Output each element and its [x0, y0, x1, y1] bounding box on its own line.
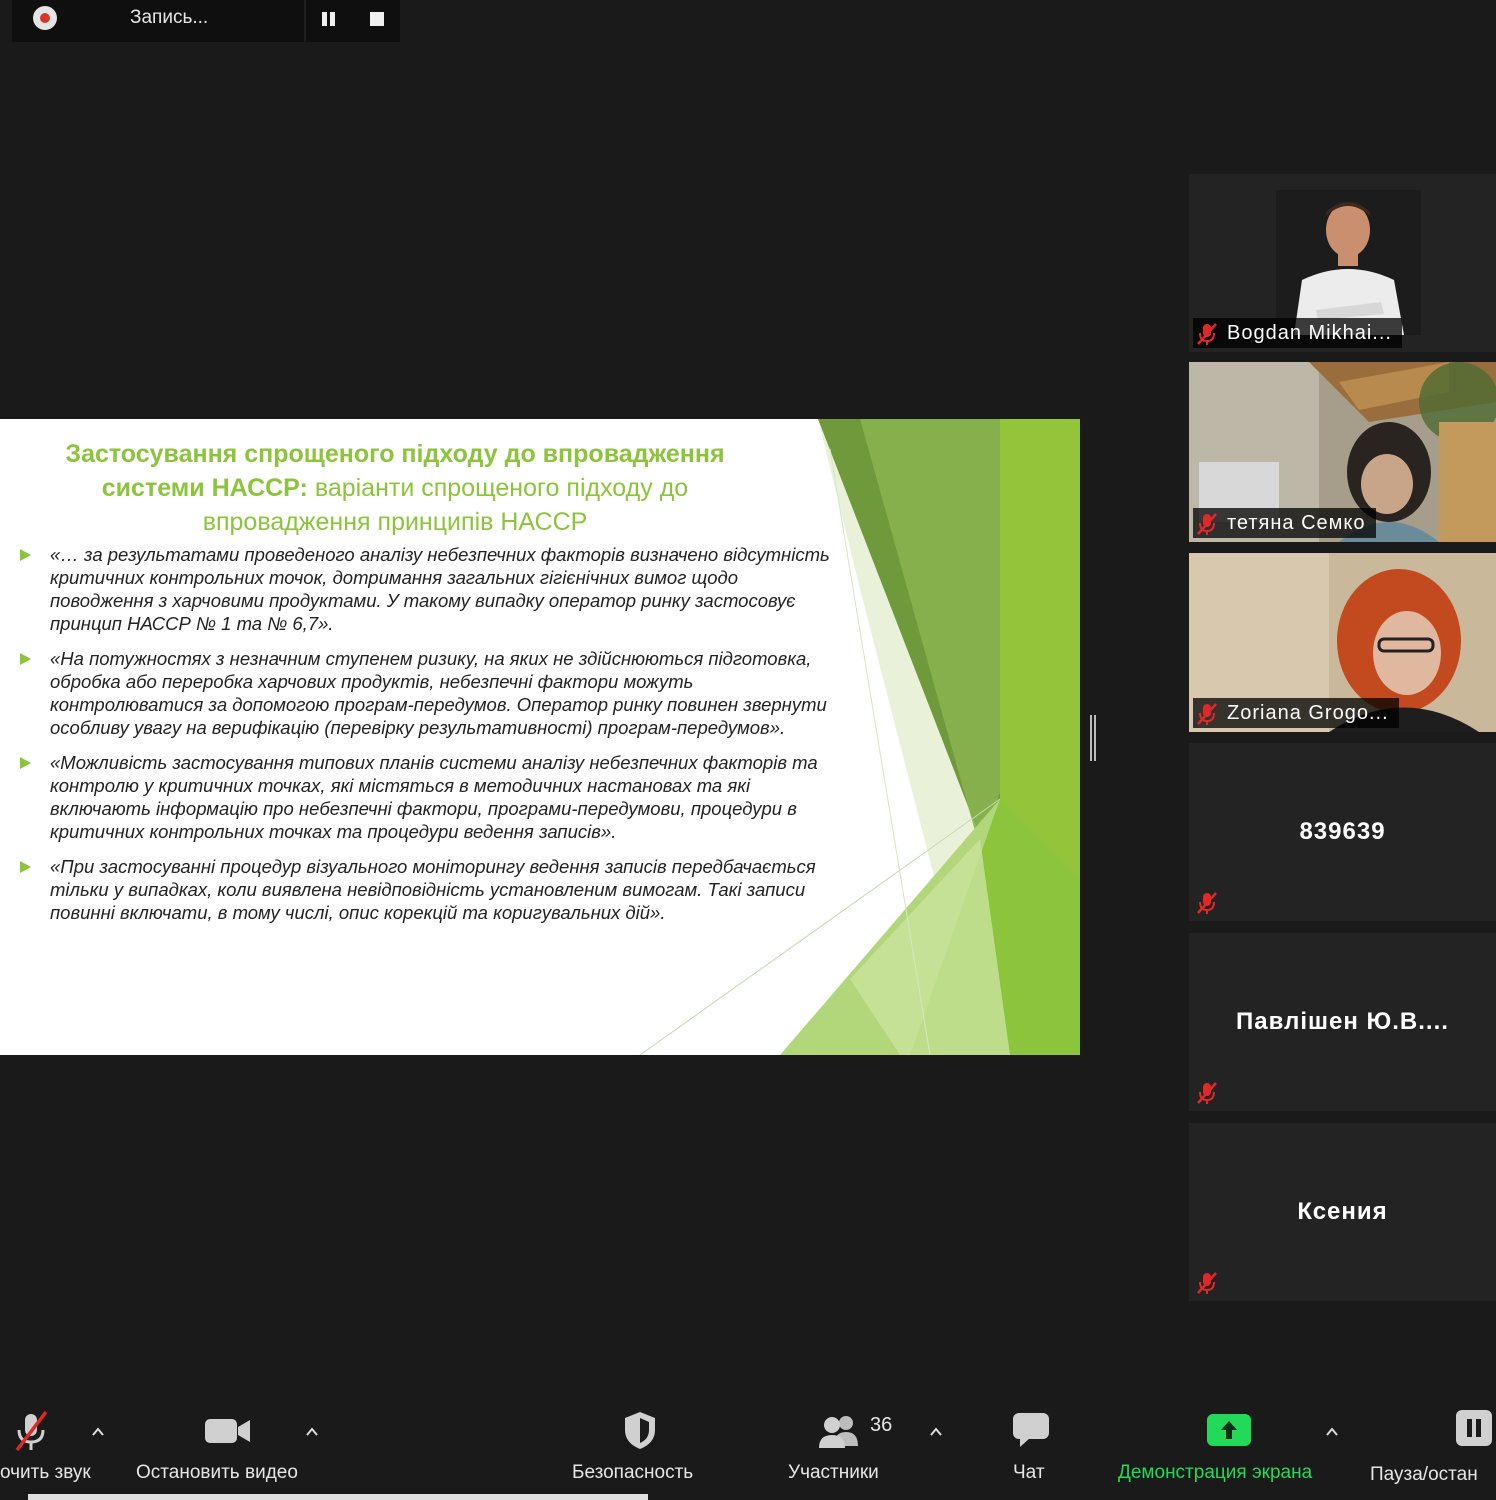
mic-muted-icon	[1197, 513, 1217, 535]
pause-stop-recording-button[interactable]: Пауза/остан	[1366, 1400, 1496, 1492]
participant-name: Bogdan Mikhai...	[1227, 322, 1392, 344]
participant-name-chip: тетяна Семко	[1193, 508, 1376, 538]
share-screen-label: Демонстрация экрана	[1118, 1462, 1313, 1483]
slide-bullet-list: «… за результатами проведеного аналізу н…	[20, 543, 840, 936]
participant-name: Ксения	[1297, 1198, 1388, 1225]
slide-title-line-2-rest: варіанти спрощеного підходу до	[314, 474, 689, 502]
slide-bullet: «На потужностях з незначним ступенем риз…	[20, 647, 840, 739]
panel-resize-handle[interactable]	[1090, 715, 1096, 761]
pause-recording-button[interactable]	[320, 10, 338, 28]
bullet-arrow-icon	[20, 549, 31, 561]
participants-icon	[819, 1416, 858, 1448]
stop-video-button[interactable]: Остановить видео	[130, 1400, 330, 1492]
slide-bullet-text: «Можливість застосування типових планів …	[50, 752, 818, 842]
slide-bullet-text: «При застосуванні процедур візуального м…	[50, 856, 816, 923]
bullet-arrow-icon	[20, 757, 31, 769]
security-label: Безопасность	[572, 1462, 694, 1483]
slide-title: Застосування спрощеного підходу до впров…	[0, 437, 790, 539]
mic-muted-icon	[1197, 323, 1217, 345]
share-options-chevron-up-icon[interactable]	[1326, 1426, 1338, 1438]
participants-options-chevron-up-icon[interactable]	[930, 1426, 942, 1438]
participant-name-chip: Zoriana Grogo...	[1193, 698, 1399, 728]
slide-bullet-text: «… за результатами проведеного аналізу н…	[50, 544, 830, 634]
participant-name: Павлішен Ю.В....	[1236, 1008, 1449, 1035]
shared-screen-slide: Застосування спрощеного підходу до впров…	[0, 419, 1080, 1055]
mic-muted-icon	[1197, 1272, 1217, 1294]
participant-tile[interactable]: Bogdan Mikhai...	[1189, 174, 1496, 352]
mic-muted-icon	[1197, 892, 1217, 914]
unmute-label: очить звук	[0, 1462, 91, 1483]
stop-video-label: Остановить видео	[136, 1462, 298, 1483]
share-screen-arrow-icon	[1207, 1414, 1251, 1446]
slide-title-line-2: системи НАССР: варіанти спрощеного підхо…	[0, 471, 790, 505]
mic-muted-icon	[1197, 703, 1217, 725]
recording-progress-strip	[28, 1494, 648, 1500]
security-button[interactable]: Безопасность	[566, 1400, 716, 1492]
stop-recording-button[interactable]	[370, 12, 384, 26]
slide-title-line-3: впровадження принципів НАССР	[202, 508, 588, 536]
video-camera-icon	[205, 1419, 250, 1443]
slide-bullet: «Можливість застосування типових планів …	[20, 751, 840, 843]
recording-label: Запись...	[130, 7, 209, 28]
participants-button[interactable]: 36 Участники	[780, 1400, 910, 1492]
participant-name: 839639	[1299, 818, 1386, 845]
audio-options-chevron-up-icon[interactable]	[92, 1426, 104, 1438]
meeting-toolbar: очить звук Остановить видео Безопасность…	[0, 1392, 1496, 1500]
chat-bubble-icon	[1013, 1413, 1049, 1447]
chat-button[interactable]: Чат	[996, 1400, 1066, 1492]
participant-tile[interactable]: 839639	[1189, 743, 1496, 921]
slide-title-line-2-bold: системи НАССР:	[101, 474, 308, 502]
shield-icon	[625, 1412, 655, 1449]
participant-name: Zoriana Grogo...	[1227, 702, 1389, 724]
participant-tile[interactable]: Zoriana Grogo...	[1189, 553, 1496, 732]
participant-name: тетяна Семко	[1227, 512, 1366, 534]
participant-tile[interactable]: Ксения	[1189, 1123, 1496, 1301]
mic-muted-icon	[1197, 1082, 1217, 1104]
pause-stop-label: Пауза/остан	[1370, 1464, 1478, 1485]
record-icon	[33, 6, 57, 30]
participant-tile[interactable]: тетяна Семко	[1189, 362, 1496, 542]
slide-title-line-1: Застосування спрощеного підходу до впров…	[65, 440, 725, 468]
bullet-arrow-icon	[20, 861, 31, 873]
share-screen-button[interactable]: Демонстрация экрана	[1112, 1400, 1348, 1492]
slide-bullet-text: «На потужностях з незначним ступенем риз…	[50, 648, 827, 738]
bullet-arrow-icon	[20, 653, 31, 665]
chat-label: Чат	[1013, 1462, 1045, 1483]
slide-bullet: «При застосуванні процедур візуального м…	[20, 855, 840, 924]
video-options-chevron-up-icon[interactable]	[306, 1426, 318, 1438]
participant-name-chip: Bogdan Mikhai...	[1193, 318, 1402, 348]
participants-count: 36	[870, 1414, 893, 1436]
pause-icon	[1456, 1410, 1492, 1446]
recording-divider	[304, 0, 306, 42]
participants-label: Участники	[788, 1462, 879, 1483]
participant-tile[interactable]: Павлішен Ю.В....	[1189, 933, 1496, 1111]
microphone-muted-icon	[15, 1410, 48, 1452]
unmute-button[interactable]: очить звук	[0, 1400, 118, 1492]
slide-bullet: «… за результатами проведеного аналізу н…	[20, 543, 840, 635]
participant-video	[1276, 190, 1421, 335]
